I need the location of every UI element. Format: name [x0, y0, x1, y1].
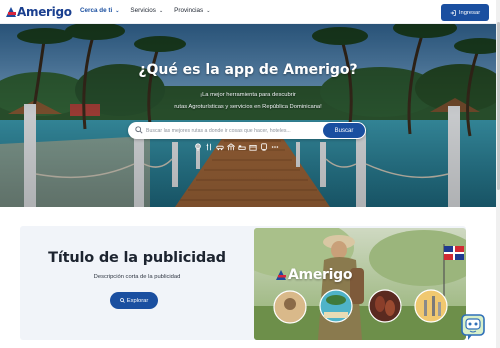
train-icon[interactable]	[260, 143, 268, 151]
search-bar: Buscar	[128, 122, 366, 139]
ad-image-brand: Amerigo	[288, 267, 353, 283]
chevron-down-icon: ⌄	[206, 7, 211, 14]
more-icon[interactable]	[271, 143, 279, 151]
logo-mark-icon	[6, 6, 16, 18]
hero-subtitle-line-1: ¡La mejor herramienta para descubrir	[200, 92, 296, 98]
chevron-down-icon: ⌄	[158, 7, 164, 14]
restaurant-icon[interactable]	[205, 143, 213, 151]
nav-item-label: Servicios	[130, 7, 156, 14]
login-label: Ingresar	[458, 9, 481, 16]
chat-bot-button[interactable]	[460, 313, 488, 341]
main-nav: Cerca de ti ⌄ Servicios ⌄ Provincias ⌄	[80, 7, 210, 14]
store-icon[interactable]	[249, 143, 257, 151]
nav-item-provincias[interactable]: Provincias ⌄	[174, 7, 210, 14]
nav-item-cerca-de-ti[interactable]: Cerca de ti ⌄	[80, 7, 119, 14]
nav-item-servicios[interactable]: Servicios ⌄	[130, 7, 163, 14]
amerigo-logo[interactable]: Amerigo	[6, 4, 72, 20]
explore-button[interactable]: Explorar	[110, 292, 158, 309]
hero-subtitle: ¡La mejor herramienta para descubrir rut…	[0, 89, 496, 113]
tree-icon[interactable]	[194, 143, 202, 151]
bed-icon[interactable]	[238, 143, 246, 151]
logo-text: Amerigo	[17, 5, 72, 19]
login-icon	[450, 9, 456, 16]
search-input[interactable]	[146, 124, 311, 137]
ad-promo-illustration	[254, 228, 466, 340]
hero-title: ¿Qué es la app de Amerigo?	[138, 62, 358, 78]
museum-icon[interactable]	[227, 143, 235, 151]
search-icon	[119, 298, 125, 303]
explore-button-label: Explorar	[126, 297, 149, 304]
chevron-down-icon: ⌄	[115, 7, 120, 14]
search-button[interactable]: Buscar	[323, 123, 365, 138]
category-icons	[194, 143, 279, 151]
nav-item-label: Provincias	[174, 7, 204, 14]
login-button[interactable]: Ingresar	[441, 4, 489, 21]
page-scrollbar[interactable]	[496, 0, 500, 348]
advertisement-card: Título de la publicidad Descripción cort…	[20, 226, 466, 340]
ad-description: Descripción corta de la publicidad	[93, 274, 181, 280]
car-icon[interactable]	[216, 143, 224, 151]
chat-bot-icon	[461, 314, 485, 340]
ad-title: Título de la publicidad	[48, 250, 226, 266]
top-header: Amerigo Cerca de ti ⌄ Servicios ⌄ Provin…	[0, 0, 500, 24]
hero-background-image	[0, 24, 496, 207]
scrollbar-thumb[interactable]	[496, 22, 500, 190]
hero-section: ¿Qué es la app de Amerigo? ¡La mejor her…	[0, 24, 496, 207]
nav-item-label: Cerca de ti	[80, 7, 113, 14]
ad-promo-image[interactable]: Amerigo	[254, 228, 466, 340]
search-icon	[135, 126, 143, 134]
hero-subtitle-line-2: rutas Agroturísticas y servicios en Repú…	[174, 104, 322, 110]
